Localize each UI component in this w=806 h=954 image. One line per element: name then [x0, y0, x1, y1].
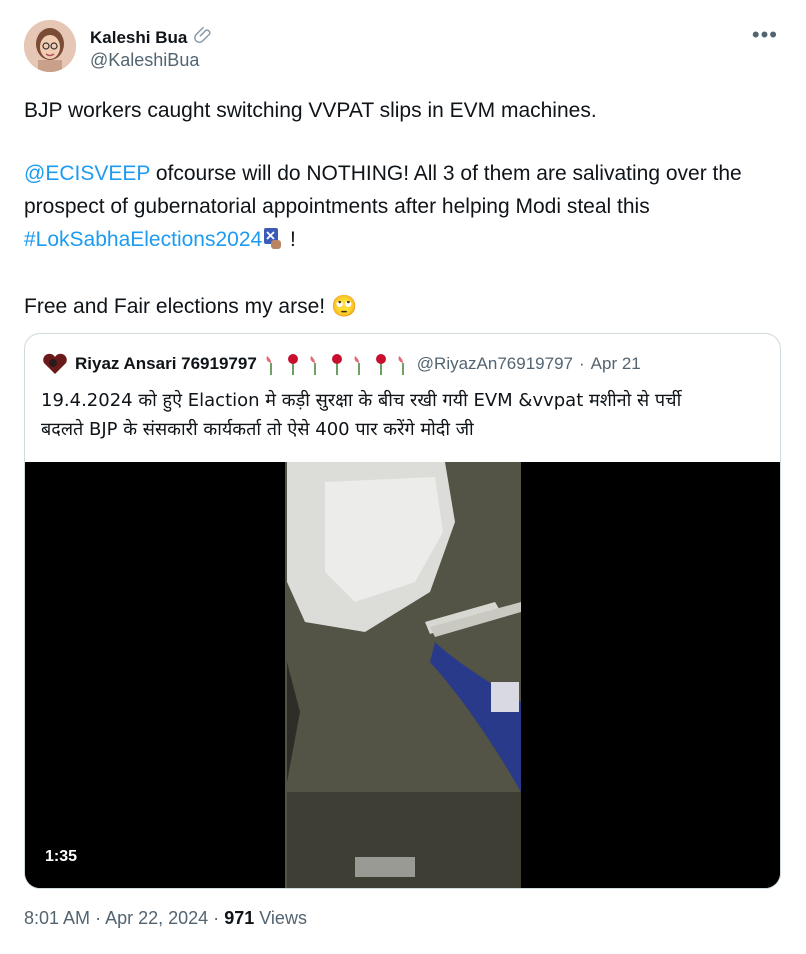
tweet-text: BJP workers caught switching VVPAT slips… — [24, 94, 784, 323]
quoted-text-line-1: 19.4.2024 को हुऐ Elaction मे कड़ी सुरक्ष… — [41, 390, 682, 411]
tweet-after-hashtag: ! — [284, 228, 296, 251]
meta-separator: · — [95, 908, 102, 928]
more-icon: ••• — [751, 22, 778, 47]
tweet-line-1: BJP workers caught switching VVPAT slips… — [24, 99, 597, 122]
wilted-flower-icon — [266, 356, 272, 375]
quoted-avatar[interactable] — [41, 352, 69, 376]
mention-link[interactable]: @ECISVEEP — [24, 162, 150, 185]
video-duration: 1:35 — [39, 846, 84, 868]
video-frame — [25, 462, 780, 888]
quoted-separator: · — [578, 354, 585, 373]
rose-icon — [375, 354, 386, 375]
views-label: Views — [259, 908, 307, 928]
author-handle[interactable]: @KaleshiBua — [90, 50, 199, 71]
video-player[interactable]: 1:35 — [25, 462, 780, 888]
tweet-date[interactable]: Apr 22, 2024 — [105, 908, 208, 928]
tweet-meta: 8:01 AM · Apr 22, 2024 · 971 Views — [24, 908, 307, 929]
author-avatar[interactable] — [24, 20, 76, 72]
quoted-text: 19.4.2024 को हुऐ Elaction मे कड़ी सुरक्ष… — [41, 386, 766, 444]
flower-emojis — [263, 353, 411, 375]
tweet-paragraph-2: @ECISVEEP ofcourse will do NOTHING! All … — [24, 157, 784, 260]
ballot-box-icon — [262, 226, 284, 260]
paperclip-icon — [193, 24, 215, 51]
quoted-handle[interactable]: @RiyazAn76919797 — [417, 354, 573, 374]
quoted-tweet[interactable]: Riyaz Ansari 76919797 @RiyazAn76919797 ·… — [24, 333, 781, 889]
views-count: 971 — [224, 908, 255, 928]
meta-separator-2: · — [213, 908, 220, 928]
quoted-date[interactable]: Apr 21 — [591, 354, 641, 374]
author-display-name[interactable]: Kaleshi Bua — [90, 28, 187, 48]
tweet-line-3-text: Free and Fair elections my arse! — [24, 295, 331, 318]
more-options-button[interactable]: ••• — [752, 22, 778, 48]
rose-icon — [287, 354, 298, 375]
hashtag-link[interactable]: #LokSabhaElections2024 — [24, 228, 262, 251]
wilted-flower-icon — [354, 356, 360, 375]
rose-icon — [331, 354, 342, 375]
quoted-display-name[interactable]: Riyaz Ansari 76919797 — [75, 354, 257, 374]
tweet-time[interactable]: 8:01 AM — [24, 908, 90, 928]
eye-roll-emoji: 🙄 — [330, 295, 358, 318]
wilted-flower-icon — [398, 356, 404, 375]
quoted-text-line-2: बदलते BJP के संसकारी कार्यकर्ता तो ऐसे 4… — [41, 419, 474, 440]
wilted-flower-icon — [310, 356, 316, 375]
tweet-line-3: Free and Fair elections my arse! 🙄 — [24, 290, 784, 323]
